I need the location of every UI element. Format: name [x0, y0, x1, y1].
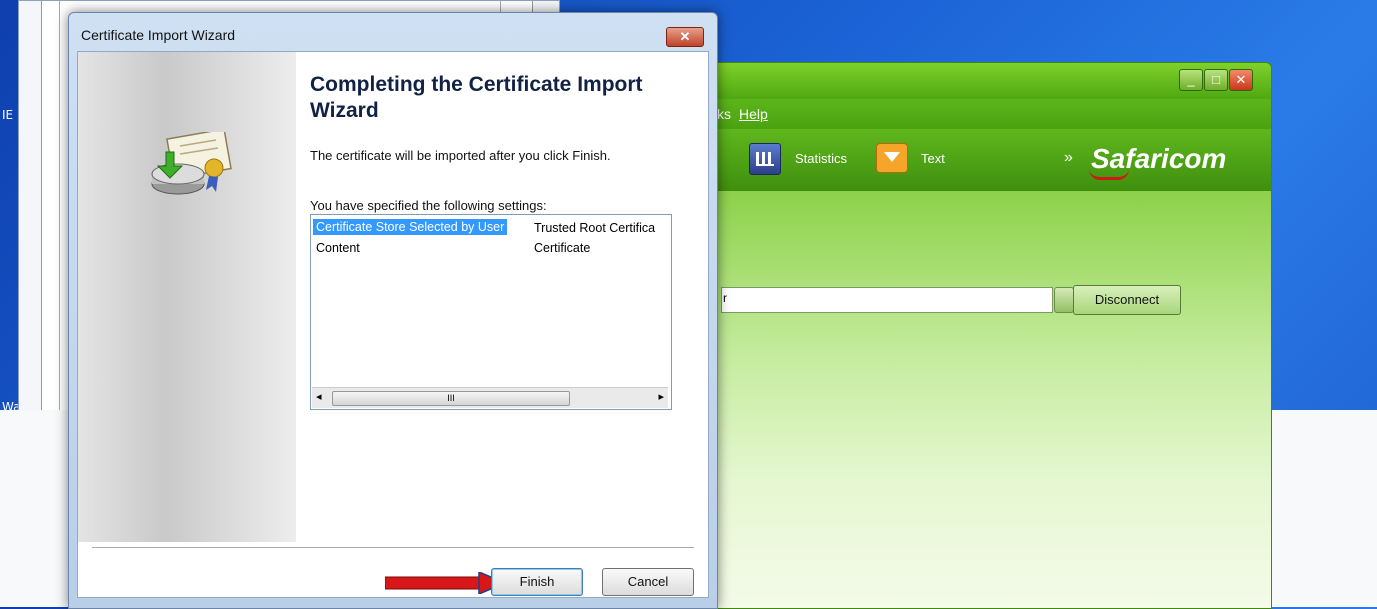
menu-links[interactable]: ks [717, 106, 731, 122]
safaricom-menubar: ks Help [691, 99, 1271, 129]
close-button[interactable]: ✕ [1229, 69, 1253, 91]
statistics-icon[interactable] [749, 143, 781, 175]
scrollbar-thumb[interactable]: III [332, 391, 570, 406]
dialog-title: Certificate Import Wizard [81, 27, 236, 43]
dialog-close-button[interactable]: ✕ [666, 27, 704, 47]
menu-help[interactable]: Help [739, 106, 768, 122]
connection-combobox-value: r [723, 291, 727, 305]
setting-value: Trusted Root Certifica [534, 221, 656, 235]
certificate-import-wizard-dialog: Certificate Import Wizard ✕ Completing t… [68, 12, 718, 609]
text-button[interactable]: Text [921, 151, 945, 166]
wizard-heading: Completing the Certificate Import Wizard [310, 73, 643, 122]
dialog-separator [92, 547, 694, 548]
settings-listbox[interactable]: Certificate Store Selected by User Trust… [310, 214, 672, 410]
settings-label: You have specified the following setting… [310, 198, 547, 213]
desktop-label-ie[interactable]: IE [2, 108, 13, 122]
connection-combobox[interactable]: r [721, 287, 1074, 313]
safaricom-titlebar[interactable]: _ □ ✕ [691, 63, 1271, 99]
setting-key: Certificate Store Selected by User [313, 219, 508, 235]
more-chevron-icon[interactable]: » [1064, 149, 1073, 167]
cancel-button[interactable]: Cancel [602, 568, 694, 596]
dialog-body: Completing the Certificate Import Wizard… [77, 51, 709, 598]
scroll-right-arrow-icon[interactable]: ▸ [658, 390, 664, 403]
setting-value: Certificate [534, 241, 591, 255]
safaricom-logo-swoosh [1089, 169, 1129, 180]
scroll-left-arrow-icon[interactable]: ◂ [316, 390, 322, 403]
safaricom-window: _ □ ✕ ks Help Statistics Text » Safarico… [690, 62, 1272, 609]
red-arrow-annotation-icon [385, 572, 505, 594]
text-message-icon[interactable] [876, 143, 908, 173]
minimize-button[interactable]: _ [1179, 69, 1203, 91]
safaricom-toolbar: Statistics Text » Safaricom [691, 129, 1271, 191]
disconnect-button[interactable]: Disconnect [1073, 285, 1181, 315]
safaricom-content: r Disconnect [691, 191, 1271, 608]
maximize-button[interactable]: □ [1204, 69, 1228, 91]
setting-key: Content [316, 241, 360, 255]
wizard-message: The certificate will be imported after y… [310, 148, 611, 163]
horizontal-scrollbar[interactable]: ◂ III ▸ [312, 387, 668, 408]
finish-button[interactable]: Finish [491, 568, 583, 596]
combobox-dropdown-arrow[interactable] [1054, 287, 1074, 313]
statistics-button[interactable]: Statistics [795, 151, 847, 166]
certificate-import-icon [151, 132, 232, 195]
wizard-side-panel [78, 52, 296, 542]
